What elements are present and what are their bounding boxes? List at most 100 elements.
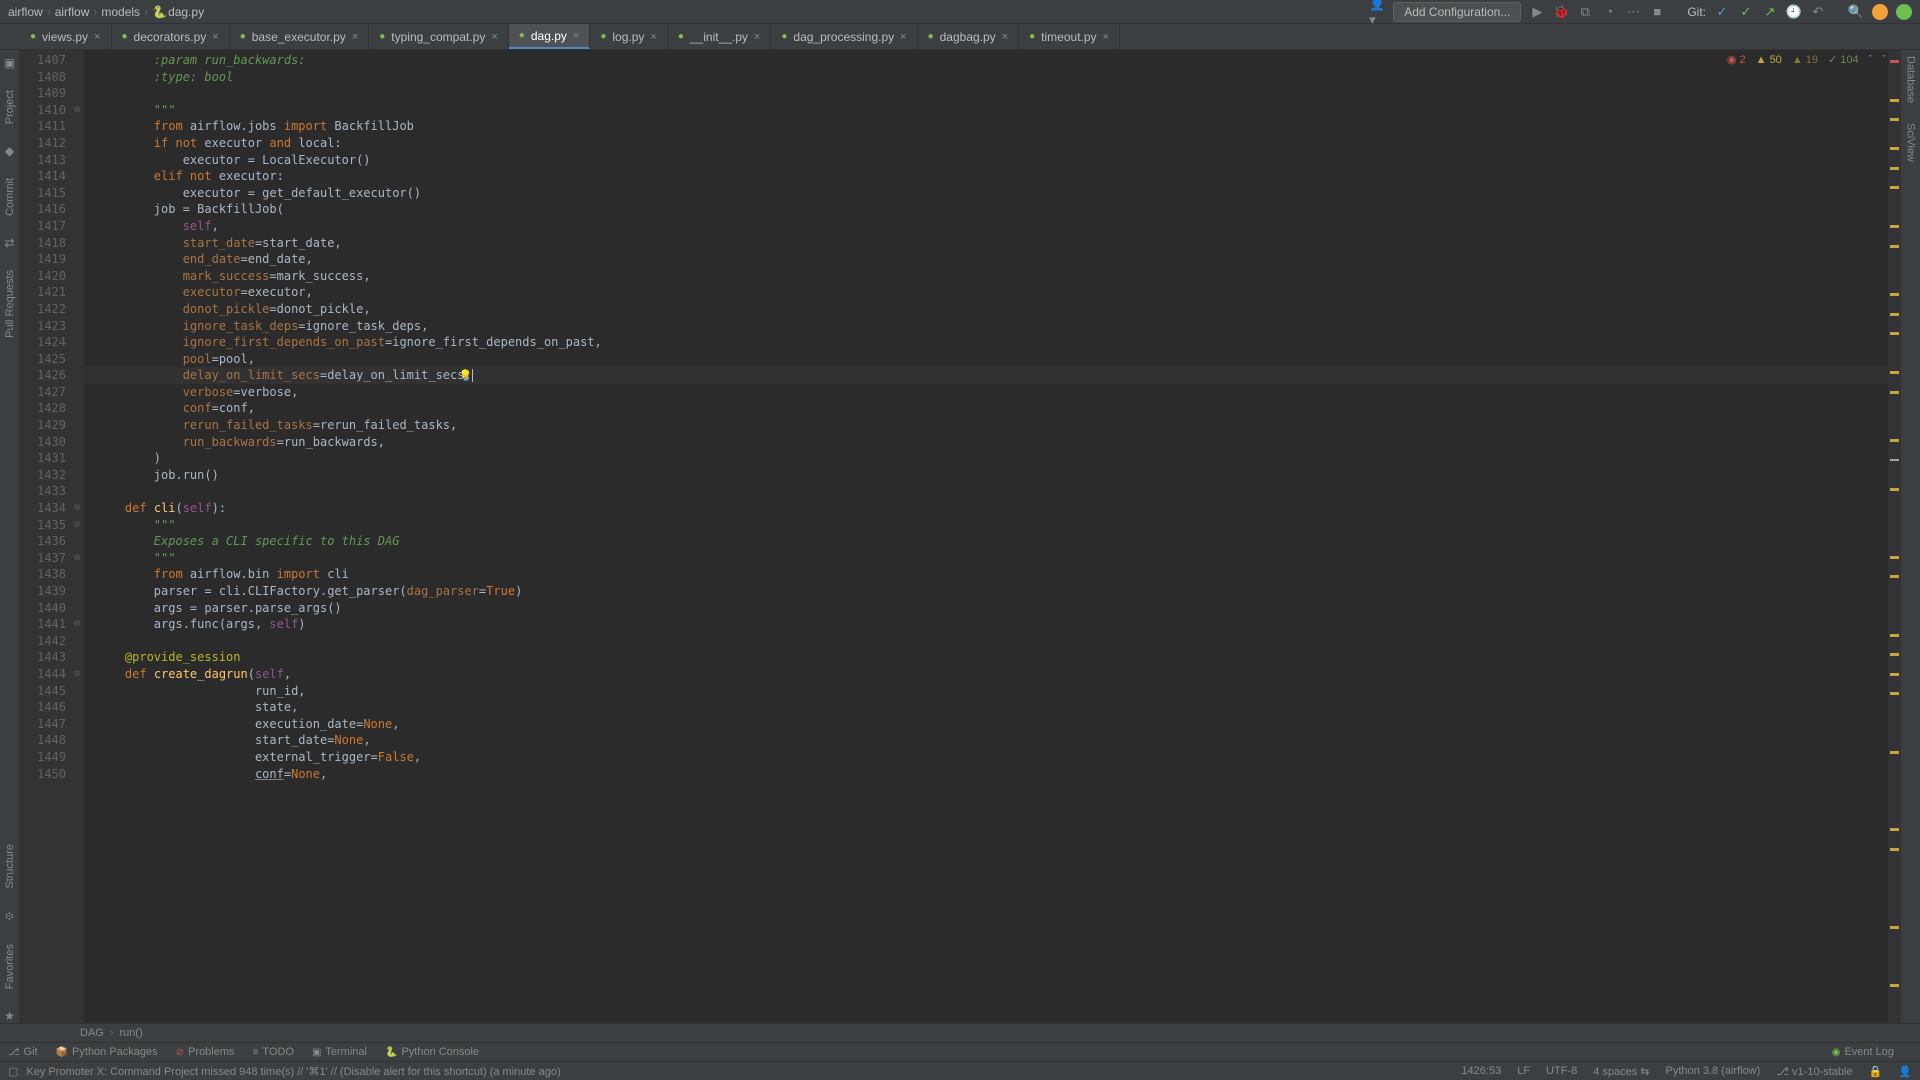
tab-decorators-py[interactable]: ●decorators.py× — [112, 24, 230, 49]
stripe-mark[interactable] — [1890, 186, 1899, 189]
close-icon[interactable]: × — [352, 31, 358, 43]
code-line[interactable]: args.func(args, self) — [96, 616, 1888, 633]
breadcrumb[interactable]: airflow › airflow › models › 🐍 dag.py — [8, 5, 204, 19]
stripe-mark[interactable] — [1890, 293, 1899, 296]
stripe-mark[interactable] — [1890, 751, 1899, 754]
tab-timeout-py[interactable]: ●timeout.py× — [1019, 24, 1120, 49]
stripe-mark[interactable] — [1890, 439, 1899, 442]
code-line[interactable]: :param run_backwards: — [96, 52, 1888, 69]
typo-indicator[interactable]: ✓ 104 — [1828, 53, 1859, 66]
stripe-mark[interactable] — [1890, 225, 1899, 228]
favorites-tool-icon[interactable]: ★ — [4, 1009, 15, 1023]
line-number[interactable]: 1419 — [20, 251, 66, 268]
line-number[interactable]: 1447 — [20, 716, 66, 733]
line-number[interactable]: 1411 — [20, 118, 66, 135]
git-commit-icon[interactable]: ✓ — [1738, 4, 1754, 20]
stripe-mark[interactable] — [1890, 984, 1899, 987]
context-class[interactable]: DAG — [80, 1027, 104, 1039]
ide-avatar-icon[interactable] — [1872, 4, 1888, 20]
stripe-mark[interactable] — [1890, 99, 1899, 102]
line-number[interactable]: 1433 — [20, 483, 66, 500]
code-line[interactable] — [96, 483, 1888, 500]
code-line[interactable]: donot_pickle=donot_pickle, — [96, 301, 1888, 318]
stripe-mark[interactable] — [1890, 371, 1899, 374]
line-number[interactable]: 1441 — [20, 616, 66, 633]
stripe-mark[interactable] — [1890, 332, 1899, 335]
tab-log-py[interactable]: ●log.py× — [590, 24, 668, 49]
tab-dagbag-py[interactable]: ●dagbag.py× — [918, 24, 1020, 49]
tool-window-terminal[interactable]: ▣Terminal — [312, 1046, 367, 1058]
git-branch[interactable]: ⎇ v1-10-stable — [1776, 1065, 1852, 1078]
code-line[interactable]: if not executor and local: — [96, 135, 1888, 152]
code-line[interactable]: ) — [96, 450, 1888, 467]
line-number[interactable]: 1434 — [20, 500, 66, 517]
code-line[interactable]: executor=executor, — [96, 284, 1888, 301]
breadcrumb-item[interactable]: models — [101, 5, 140, 19]
status-hide-icon[interactable]: ▢ — [8, 1065, 18, 1078]
stripe-mark[interactable] — [1890, 60, 1899, 63]
fold-toggle-icon[interactable]: ⊟ — [72, 500, 82, 517]
code-line[interactable]: @provide_session — [96, 649, 1888, 666]
stripe-mark[interactable] — [1890, 118, 1899, 121]
commit-tool-button[interactable]: Commit — [4, 178, 16, 216]
close-icon[interactable]: × — [650, 31, 656, 43]
structure-tool-button[interactable]: Structure — [4, 844, 16, 889]
line-number[interactable]: 1429 — [20, 417, 66, 434]
close-icon[interactable]: × — [212, 31, 218, 43]
indent-settings[interactable]: 4 spaces ⇆ — [1593, 1065, 1649, 1078]
line-number[interactable]: 1422 — [20, 301, 66, 318]
stripe-mark[interactable] — [1890, 634, 1899, 637]
line-number[interactable]: 1443 — [20, 649, 66, 666]
search-icon[interactable]: 🔍 — [1848, 4, 1864, 20]
database-tool-button[interactable]: Database — [1905, 56, 1917, 103]
project-tool-icon[interactable]: ▣ — [4, 56, 15, 70]
code-line[interactable]: start_date=None, — [96, 732, 1888, 749]
close-icon[interactable]: × — [900, 31, 906, 43]
close-icon[interactable]: × — [1103, 31, 1109, 43]
code-line[interactable]: external_trigger=False, — [96, 749, 1888, 766]
line-number[interactable]: 1437 — [20, 550, 66, 567]
profile-icon[interactable]: ◔ — [1601, 4, 1617, 20]
breadcrumb-item[interactable]: airflow — [55, 5, 90, 19]
code-line[interactable]: conf=conf, — [96, 400, 1888, 417]
code-line[interactable]: args = parser.parse_args() — [96, 600, 1888, 617]
attach-icon[interactable]: ⋯ — [1625, 4, 1641, 20]
intention-bulb-icon[interactable]: 💡 — [459, 369, 473, 382]
code-line[interactable]: job.run() — [96, 467, 1888, 484]
error-indicator[interactable]: ◉ 2 — [1727, 53, 1746, 66]
tab-__init__-py[interactable]: ●__init__.py× — [668, 24, 772, 49]
line-number[interactable]: 1410 — [20, 102, 66, 119]
stripe-mark[interactable] — [1890, 459, 1899, 461]
code-line[interactable]: executor = get_default_executor() — [96, 185, 1888, 202]
line-number[interactable]: 1445 — [20, 683, 66, 700]
stripe-mark[interactable] — [1890, 828, 1899, 831]
code-line[interactable] — [96, 85, 1888, 102]
line-number[interactable]: 1418 — [20, 235, 66, 252]
git-rollback-icon[interactable]: ↶ — [1810, 4, 1826, 20]
line-number[interactable]: 1412 — [20, 135, 66, 152]
line-number[interactable]: 1420 — [20, 268, 66, 285]
warning-indicator[interactable]: ▲ 50 — [1756, 54, 1782, 66]
stripe-mark[interactable] — [1890, 147, 1899, 150]
weak-warning-indicator[interactable]: ▲ 19 — [1792, 54, 1818, 66]
stripe-mark[interactable] — [1890, 391, 1899, 394]
code-line[interactable]: executor = LocalExecutor() — [96, 152, 1888, 169]
fold-toggle-icon[interactable]: ⊟ — [72, 616, 82, 633]
python-interpreter[interactable]: Python 3.8 (airflow) — [1666, 1065, 1761, 1077]
line-number[interactable]: 1439 — [20, 583, 66, 600]
code-line[interactable]: def create_dagrun(self, — [96, 666, 1888, 683]
project-tool-button[interactable]: Project — [4, 90, 16, 124]
line-number[interactable]: 1440 — [20, 600, 66, 617]
line-number[interactable]: 1446 — [20, 699, 66, 716]
code-line[interactable]: :type: bool — [96, 69, 1888, 86]
tool-window-python-packages[interactable]: 📦Python Packages — [56, 1046, 158, 1058]
tab-views-py[interactable]: ●views.py× — [20, 24, 112, 49]
user-icon[interactable]: 👤▾ — [1369, 4, 1385, 20]
file-encoding[interactable]: UTF-8 — [1546, 1065, 1577, 1077]
line-number[interactable]: 1409 — [20, 85, 66, 102]
close-icon[interactable]: × — [754, 31, 760, 43]
line-number[interactable]: 1435 — [20, 517, 66, 534]
stripe-mark[interactable] — [1890, 575, 1899, 578]
line-number[interactable]: 1442 — [20, 633, 66, 650]
close-icon[interactable]: × — [573, 30, 579, 42]
